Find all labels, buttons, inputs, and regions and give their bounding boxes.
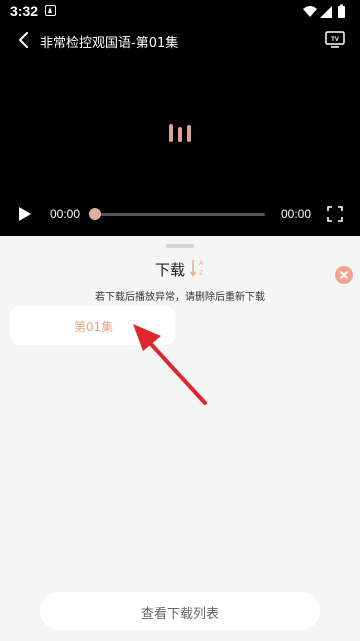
player-controls: 00:00 00:00 — [0, 200, 360, 228]
signal-icon — [320, 6, 332, 18]
download-hint: 若下载后播放异常，请删除后重新下载 — [95, 292, 265, 303]
sort-glyph-bottom: Z — [199, 271, 203, 277]
total-time: 00:00 — [281, 207, 312, 221]
view-download-list-button[interactable]: 查看下载列表 — [40, 592, 320, 630]
download-sheet: 下载 A Z 若下载后播放异常，请删除后重新下载 第01集 查看下载列表 — [0, 236, 360, 641]
status-icons — [303, 4, 345, 18]
close-icon[interactable] — [335, 266, 353, 284]
svg-text:TV: TV — [331, 37, 339, 43]
loading-bars-icon — [169, 124, 191, 142]
episode-item[interactable]: 第01集 — [10, 306, 175, 345]
current-time: 00:00 — [50, 207, 81, 221]
wifi-icon — [303, 6, 317, 17]
sort-glyph-top: A — [199, 261, 203, 267]
seek-thumb[interactable] — [89, 208, 101, 220]
battery-icon — [338, 4, 345, 18]
screen: 3:32 非常检控观国语-第01集 TV 00:00 00:00 下载 A Z … — [0, 0, 360, 641]
player-title-bar: 非常检控观国语-第01集 TV — [0, 24, 360, 56]
seek-bar[interactable] — [95, 213, 265, 216]
sort-az-icon[interactable]: A Z — [189, 258, 205, 278]
notification-a-icon — [45, 5, 56, 16]
back-icon[interactable] — [14, 30, 34, 50]
video-title: 非常检控观国语-第01集 — [40, 36, 179, 51]
sheet-title: 下载 — [155, 261, 186, 279]
view-download-list-label: 查看下载列表 — [140, 607, 219, 622]
tv-cast-icon[interactable]: TV — [324, 28, 346, 50]
drag-handle[interactable] — [166, 244, 194, 248]
video-player[interactable]: 3:32 非常检控观国语-第01集 TV 00:00 00:00 — [0, 0, 360, 236]
status-bar: 3:32 — [0, 0, 360, 24]
status-time: 3:32 — [10, 3, 39, 19]
play-icon[interactable] — [18, 206, 32, 222]
episode-label: 第01集 — [74, 320, 114, 334]
fullscreen-icon[interactable] — [327, 206, 343, 222]
